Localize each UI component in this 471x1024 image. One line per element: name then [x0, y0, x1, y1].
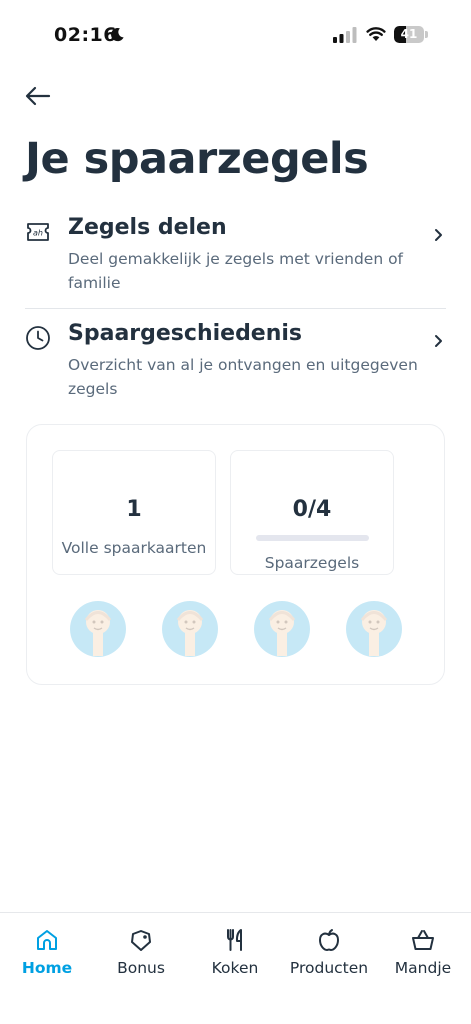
- share-stamps-title: Zegels delen: [68, 215, 227, 240]
- wifi-icon: [366, 27, 386, 41]
- arrow-left-icon: [25, 86, 51, 106]
- basket-icon: [412, 930, 434, 950]
- clock-icon: [26, 326, 50, 350]
- chevron-right-icon: [435, 335, 442, 347]
- home-icon: [37, 930, 57, 950]
- stamps-value: 0/4: [292, 497, 332, 522]
- savings-history-row[interactable]: Spaargeschiedenis Overzicht van al je on…: [25, 318, 446, 408]
- stamp-icon: [162, 601, 218, 657]
- nav-bonus-label: Bonus: [117, 959, 165, 977]
- savings-history-description: Overzicht van al je ontvangen en uitgege…: [68, 356, 418, 398]
- battery-percentage: 41: [400, 27, 418, 41]
- stamp-icon: [254, 601, 310, 657]
- moon-icon: [111, 28, 124, 42]
- battery-icon: 41: [394, 26, 428, 43]
- full-cards-value: 1: [126, 497, 142, 522]
- cutlery-icon: [227, 929, 242, 951]
- bonus-tag-icon: [131, 930, 151, 951]
- svg-text:ah: ah: [33, 229, 43, 238]
- nav-home-label: Home: [21, 959, 73, 977]
- ticket-icon: ah: [27, 223, 49, 241]
- status-time: 02:16: [54, 24, 117, 46]
- bottom-nav: Home Bonus Koken Producten Mandje: [0, 912, 471, 1024]
- share-stamps-description: Deel gemakkelijk je zegels met vrienden …: [68, 250, 404, 292]
- status-bar: 02:16 41: [0, 0, 471, 70]
- share-stamps-row[interactable]: ah Zegels delen Deel gemakkelijk je zege…: [25, 212, 446, 309]
- nav-koken[interactable]: Koken: [188, 913, 282, 993]
- stamps-box: 0/4 Spaarzegels: [230, 450, 394, 575]
- signal-icon: [333, 27, 357, 43]
- stamps-label: Spaarzegels: [264, 554, 360, 572]
- stamp-icon: [70, 601, 126, 657]
- stamps-progress-bar: [256, 535, 369, 541]
- apple-icon: [319, 929, 339, 951]
- nav-bonus[interactable]: Bonus: [94, 913, 188, 993]
- nav-home[interactable]: Home: [0, 913, 94, 993]
- nav-producten[interactable]: Producten: [282, 913, 376, 993]
- savings-card: 1 Volle spaarkaarten 0/4 Spaarzegels: [26, 424, 445, 685]
- nav-koken-label: Koken: [211, 959, 259, 977]
- nav-producten-label: Producten: [289, 959, 369, 977]
- chevron-right-icon: [435, 229, 442, 241]
- savings-history-title: Spaargeschiedenis: [68, 321, 303, 346]
- stamp-icon: [346, 601, 402, 657]
- full-cards-label: Volle spaarkaarten: [61, 539, 207, 557]
- page-title: Je spaarzegels: [25, 134, 369, 184]
- nav-mandje-label: Mandje: [394, 959, 452, 977]
- full-cards-box: 1 Volle spaarkaarten: [52, 450, 216, 575]
- back-button[interactable]: [22, 82, 54, 110]
- nav-mandje[interactable]: Mandje: [376, 913, 470, 993]
